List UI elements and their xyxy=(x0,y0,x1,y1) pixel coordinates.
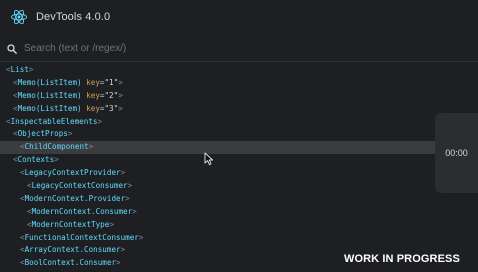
tag-close-bracket: > xyxy=(97,116,103,126)
key-attr-value: "3" xyxy=(104,103,119,113)
tree-row[interactable]: <LegacyContextConsumer> xyxy=(0,180,478,193)
tag-close-bracket: > xyxy=(120,245,126,255)
key-attr-value: "1" xyxy=(104,77,119,87)
component-name: ModernContext.Provider xyxy=(24,193,126,203)
component-name: ArrayContext.Consumer xyxy=(24,245,121,255)
search-icon xyxy=(7,43,17,54)
tree-row[interactable]: <Memo(ListItem) key="1"> xyxy=(0,77,478,90)
tag-close-bracket: > xyxy=(88,142,94,152)
tree-row[interactable]: <InspectableElements> xyxy=(0,116,478,129)
tag-close-bracket: > xyxy=(118,103,123,113)
key-attr-name: key xyxy=(86,103,100,113)
tree-row[interactable]: <List> xyxy=(0,64,478,77)
tag-close-bracket: > xyxy=(116,258,121,268)
tag-close-bracket: > xyxy=(67,129,73,139)
key-attr-name: key xyxy=(86,90,100,100)
title-bar: DevTools 4.0.0 xyxy=(0,0,478,34)
tag-close-bracket: > xyxy=(118,77,123,87)
tag-close-bracket: > xyxy=(118,90,123,100)
app-title: DevTools 4.0.0 xyxy=(36,11,111,23)
tag-close-bracket: > xyxy=(109,219,114,229)
tag-close-bracket: > xyxy=(132,206,137,216)
search-bar xyxy=(0,36,478,62)
tree-row[interactable]: <FunctionalContextConsumer> xyxy=(0,232,478,245)
tree-row[interactable]: <ObjectProps> xyxy=(0,128,478,141)
recording-timer: 00:00 xyxy=(435,113,478,193)
component-name: Contexts xyxy=(17,155,55,165)
tree-row[interactable]: <LegacyContextProvider> xyxy=(0,167,478,180)
tag-close-bracket: > xyxy=(125,193,130,203)
tag-close-bracket: > xyxy=(120,168,126,178)
component-name: ModernContextType xyxy=(31,219,110,229)
tree-row[interactable]: <Memo(ListItem) key="2"> xyxy=(0,90,478,103)
component-name: LegacyContextProvider xyxy=(24,168,121,178)
search-input[interactable] xyxy=(24,39,424,58)
component-name: LegacyContextConsumer xyxy=(31,181,128,191)
component-name: List xyxy=(10,65,29,74)
tag-close-bracket: > xyxy=(138,232,144,242)
tree-row[interactable]: <Contexts> xyxy=(0,154,478,167)
component-name: Memo(ListItem) xyxy=(17,90,82,100)
component-tree: <List> <Memo(ListItem) key="1"> <Memo(List… xyxy=(0,64,478,270)
component-name: ModernContext.Consumer xyxy=(31,206,133,216)
key-attr-name: key xyxy=(86,77,100,87)
tree-row[interactable]: <ChildComponent> xyxy=(0,141,478,155)
tag-close-bracket: > xyxy=(54,155,59,165)
devtools-window: DevTools 4.0.0 <List><Memo(ListItem) key… xyxy=(0,0,478,272)
component-name: ChildComponent xyxy=(24,142,89,152)
key-attr-value: "2" xyxy=(104,90,119,100)
component-name: Memo(ListItem) xyxy=(17,77,82,87)
timer-text: 00:00 xyxy=(445,148,468,158)
component-name: Memo(ListItem) xyxy=(17,103,82,113)
mouse-cursor-icon xyxy=(204,152,214,166)
tree-row[interactable]: <ModernContextType> xyxy=(0,219,478,232)
tag-close-bracket: > xyxy=(28,65,34,74)
component-name: FunctionalContextConsumer xyxy=(24,232,139,242)
tree-row[interactable]: <Memo(ListItem) key="3"> xyxy=(0,103,478,116)
component-name: ObjectProps xyxy=(17,129,68,139)
tag-close-bracket: > xyxy=(127,181,133,191)
work-in-progress-watermark: WORK IN PROGRESS xyxy=(344,253,460,265)
component-name: BoolContext.Consumer xyxy=(24,258,117,268)
tree-row[interactable]: <ModernContext.Provider> xyxy=(0,193,478,206)
component-name: InspectableElements xyxy=(10,116,98,126)
react-logo-icon xyxy=(11,9,27,25)
tree-row[interactable]: <ModernContext.Consumer> xyxy=(0,206,478,219)
